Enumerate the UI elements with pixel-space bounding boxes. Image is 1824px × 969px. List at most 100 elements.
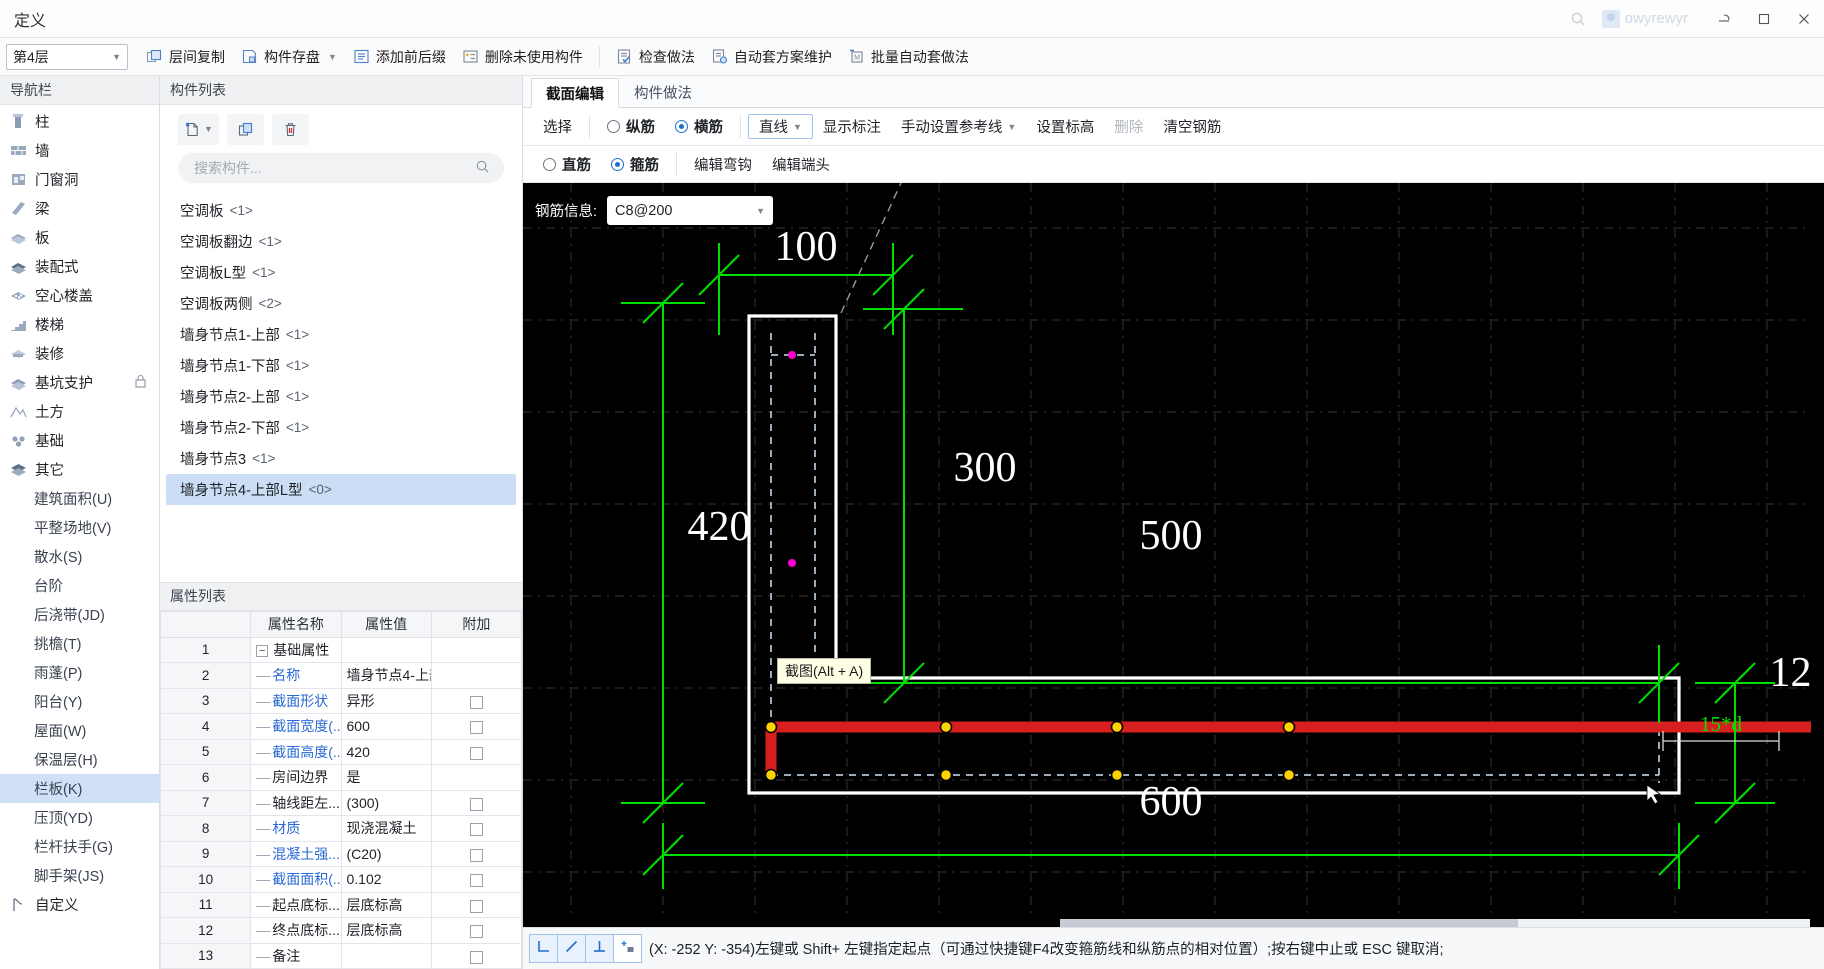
perpendicular-mode-button[interactable] xyxy=(585,934,614,963)
table-row[interactable]: 7 — 轴线距左... (300) xyxy=(159,789,523,816)
sidebar-item-column[interactable]: 柱 xyxy=(0,107,159,136)
sidebar-item-coping[interactable]: 压顶(YD) xyxy=(0,803,159,832)
sidebar-item-hollow-floor[interactable]: 空心楼盖 xyxy=(0,281,159,310)
sidebar-item-door-window[interactable]: 门窗洞 xyxy=(0,165,159,194)
edit-end-button[interactable]: 编辑端头 xyxy=(762,151,840,177)
row-value[interactable] xyxy=(340,942,432,969)
sidebar-item-others[interactable]: 其它 xyxy=(0,455,159,484)
sidebar-item-slab[interactable]: 板 xyxy=(0,223,159,252)
table-row[interactable]: 8 — 材质 现浇混凝土 xyxy=(159,815,523,842)
list-item[interactable]: 墙身节点1-上部 <1> xyxy=(166,319,516,350)
canvas-horizontal-scrollbar[interactable] xyxy=(1060,919,1810,927)
line-mode-button[interactable] xyxy=(557,934,586,963)
select-tool-button[interactable]: 选择 xyxy=(533,114,582,140)
radio-horizontal-rebar[interactable]: 横筋 xyxy=(665,114,733,140)
save-component-button[interactable]: 构件存盘 ▼ xyxy=(233,43,345,71)
list-item[interactable]: 墙身节点2-上部 <1> xyxy=(166,381,516,412)
sidebar-item-site-leveling[interactable]: 平整场地(V) xyxy=(0,513,159,542)
user-account[interactable]: owyrewyr xyxy=(1601,9,1688,28)
edit-hook-button[interactable]: 编辑弯钩 xyxy=(684,151,762,177)
sidebar-item-decoration[interactable]: 装修 xyxy=(0,339,159,368)
collapse-icon[interactable]: − xyxy=(256,645,269,658)
table-row[interactable]: 11 — 起点底标... 层底标高 xyxy=(159,891,523,918)
section-drawing-canvas[interactable]: 钢筋信息: C8@200 ▼ 100 300 500 420 12 600 15… xyxy=(523,183,1824,927)
list-item[interactable]: 空调板 <1> xyxy=(166,195,516,226)
attach-checkbox[interactable] xyxy=(469,721,483,735)
sidebar-item-railing-panel[interactable]: 栏板(K) xyxy=(0,774,159,803)
attach-checkbox[interactable] xyxy=(469,695,483,709)
show-annotation-button[interactable]: 显示标注 xyxy=(813,114,891,140)
radio-vertical-rebar[interactable]: 纵筋 xyxy=(597,114,665,140)
delete-component-button[interactable] xyxy=(271,113,309,145)
sidebar-item-foundation[interactable]: 基础 xyxy=(0,426,159,455)
row-value[interactable]: 420 xyxy=(340,738,432,765)
list-item[interactable]: 墙身节点1-下部 <1> xyxy=(166,350,516,381)
sidebar-item-insulation[interactable]: 保温层(H) xyxy=(0,745,159,774)
row-value[interactable]: 层底标高 xyxy=(340,891,432,918)
sidebar-item-stair[interactable]: 楼梯 xyxy=(0,310,159,339)
list-item[interactable]: 空调板翻边 <1> xyxy=(166,226,516,257)
search-icon[interactable] xyxy=(475,159,490,177)
sidebar-item-roof[interactable]: 屋面(W) xyxy=(0,716,159,745)
row-value[interactable]: (C20) xyxy=(340,840,432,867)
tab-component-method[interactable]: 构件做法 xyxy=(619,77,707,107)
table-row[interactable]: 3 — 截面形状 异形 xyxy=(159,687,523,714)
row-value[interactable] xyxy=(340,636,432,663)
table-row[interactable]: 5 — 截面高度(... 420 xyxy=(159,738,523,765)
attach-checkbox[interactable] xyxy=(469,899,483,913)
component-search-box[interactable] xyxy=(178,153,504,183)
sidebar-item-post-cast-strip[interactable]: 后浇带(JD) xyxy=(0,600,159,629)
scrollbar-thumb[interactable] xyxy=(1060,919,1518,927)
close-button[interactable] xyxy=(1784,0,1824,38)
global-search-icon[interactable] xyxy=(1564,4,1592,34)
sidebar-item-balcony[interactable]: 阳台(Y) xyxy=(0,687,159,716)
attach-checkbox[interactable] xyxy=(469,874,483,888)
sidebar-item-earthwork[interactable]: 土方 xyxy=(0,397,159,426)
clear-rebar-button[interactable]: 清空钢筋 xyxy=(1153,114,1231,140)
row-value[interactable]: 层底标高 xyxy=(340,917,432,944)
attach-checkbox[interactable] xyxy=(469,848,483,862)
minimize-button[interactable] xyxy=(1704,0,1744,38)
table-row[interactable]: 2 —名称 墙身节点4-上部L型 xyxy=(159,662,523,689)
list-item[interactable]: 空调板两侧 <2> xyxy=(166,288,516,319)
sidebar-item-step[interactable]: 台阶 xyxy=(0,571,159,600)
list-item[interactable]: 墙身节点2-下部 <1> xyxy=(166,412,516,443)
table-row[interactable]: 12 — 终点底标... 层底标高 xyxy=(159,917,523,944)
rebar-info-select[interactable]: C8@200 ▼ xyxy=(607,196,774,225)
attach-checkbox[interactable] xyxy=(469,950,483,964)
maximize-button[interactable] xyxy=(1744,0,1784,38)
row-value[interactable]: 600 xyxy=(340,713,432,740)
sidebar-item-canopy[interactable]: 雨蓬(P) xyxy=(0,658,159,687)
sidebar-item-beam[interactable]: 梁 xyxy=(0,194,159,223)
table-row[interactable]: 9 — 混凝土强... (C20) xyxy=(159,840,523,867)
attach-checkbox[interactable] xyxy=(469,797,483,811)
ortho-mode-button[interactable] xyxy=(529,934,558,963)
batch-auto-method-button[interactable]: M 批量自动套做法 xyxy=(840,43,977,71)
row-value[interactable]: (300) xyxy=(340,789,432,816)
sidebar-item-handrail[interactable]: 栏杆扶手(G) xyxy=(0,832,159,861)
copy-component-button[interactable] xyxy=(226,113,264,145)
sidebar-item-cornice[interactable]: 挑檐(T) xyxy=(0,629,159,658)
auto-scheme-maintenance-button[interactable]: 自动套方案维护 xyxy=(703,43,840,71)
delete-unused-components-button[interactable]: 删除未使用构件 xyxy=(454,43,591,71)
table-row[interactable]: 6 — 房间边界 是 xyxy=(159,764,523,791)
tab-section-edit[interactable]: 截面编辑 xyxy=(531,78,619,108)
sidebar-item-prefab[interactable]: 装配式 xyxy=(0,252,159,281)
row-value[interactable]: 是 xyxy=(340,764,432,791)
sidebar-item-wall[interactable]: 墙 xyxy=(0,136,159,165)
attach-checkbox[interactable] xyxy=(469,823,483,837)
row-value[interactable]: 0.102 xyxy=(340,866,432,893)
line-tool-button[interactable]: 直线 ▼ xyxy=(748,114,813,139)
new-component-button[interactable]: ▼ xyxy=(178,113,219,145)
attach-checkbox[interactable] xyxy=(469,925,483,939)
check-method-button[interactable]: 检查做法 xyxy=(608,43,703,71)
sidebar-item-foundation-pit[interactable]: 基坑支护 xyxy=(0,368,159,397)
radio-stirrup[interactable]: 箍筋 xyxy=(601,151,669,177)
manual-reference-line-button[interactable]: 手动设置参考线 ▼ xyxy=(891,114,1026,140)
set-elevation-button[interactable]: 设置标高 xyxy=(1026,114,1104,140)
row-value[interactable]: 异形 xyxy=(340,687,432,714)
table-row[interactable]: 10 — 截面面积(... 0.102 xyxy=(159,866,523,893)
sidebar-item-apron[interactable]: 散水(S) xyxy=(0,542,159,571)
floor-selector[interactable]: 第4层 ▼ xyxy=(6,43,128,70)
sidebar-item-custom[interactable]: 自定义 xyxy=(0,890,159,919)
